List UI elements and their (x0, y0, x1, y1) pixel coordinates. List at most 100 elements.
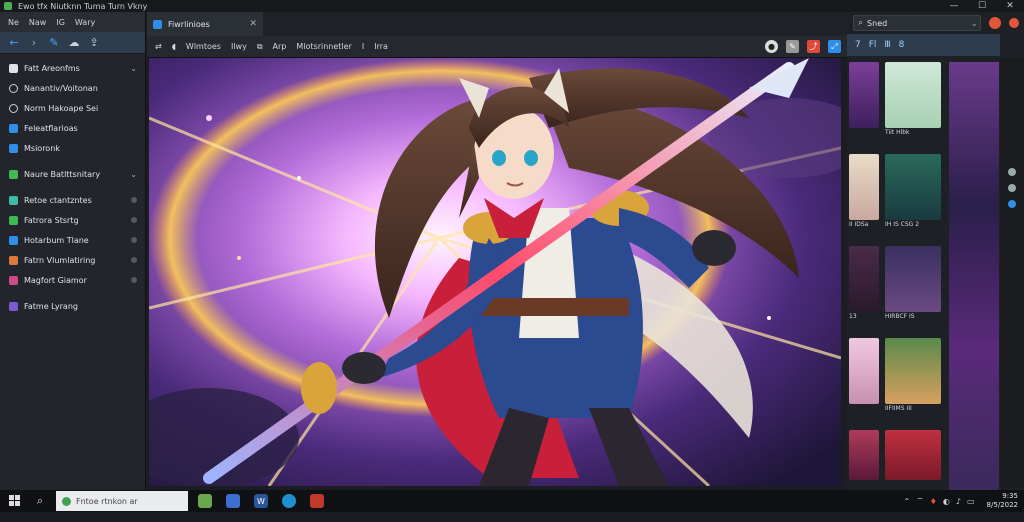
tree-item[interactable]: Norm Hakoape Sei (0, 98, 145, 118)
pin-icon[interactable]: ✎ (48, 36, 60, 49)
indicator-dot[interactable] (1008, 200, 1016, 208)
image-toolbar: ⇄ ◖ Wlmtoes Ilwy ⧉ Arp Mlotsrinnetler I … (147, 36, 847, 58)
gallery-tool[interactable]: 8 (899, 40, 905, 50)
menu-new[interactable]: Naw (29, 18, 46, 27)
rotate-icon[interactable]: ⇄ (155, 42, 162, 51)
toolbar-item[interactable]: Arp (273, 42, 287, 51)
toolbar-item[interactable]: Wlmtoes (186, 42, 221, 51)
tree-item[interactable]: Fatrn Vlumlatiring (0, 250, 145, 270)
tree-item-label: Retoe ctantzntes (24, 195, 92, 205)
tree-item[interactable]: Nanantiv/Voitonan (0, 78, 145, 98)
document-icon (9, 123, 18, 133)
menu-ig[interactable]: IG (56, 18, 65, 27)
battery-icon[interactable]: ▭ (967, 497, 975, 506)
chevron-down-icon[interactable]: ⌄ (130, 64, 137, 73)
app-green-icon[interactable] (198, 494, 212, 508)
thumbnail[interactable]: Tiit Hlbk (885, 62, 941, 154)
crop-icon[interactable]: ⧉ (257, 42, 263, 52)
clock[interactable]: 9:35 8/5/2022 (987, 492, 1018, 510)
thumbnail[interactable]: IH IS CSG 2 (885, 154, 941, 246)
menu-bar: Ne Naw IG Wary (0, 12, 145, 32)
tag-icon[interactable]: ● (765, 40, 778, 53)
search-input[interactable] (867, 18, 968, 28)
wifi-icon[interactable]: ⌔ (916, 496, 924, 506)
menu-file[interactable]: Ne (8, 18, 19, 27)
window-controls: — ☐ ✕ (940, 0, 1024, 12)
app-blue-icon[interactable] (226, 494, 240, 508)
app-red-icon[interactable] (310, 494, 324, 508)
thumbnail-caption: II IDSa (849, 221, 869, 228)
tree-item-label: Magfort Giamor (24, 275, 87, 285)
edit-icon[interactable]: ✎ (786, 40, 799, 53)
tree-item[interactable]: Retoe ctantzntes (0, 190, 145, 210)
tab-image[interactable]: Fiwrlinioes ✕ (147, 12, 263, 36)
info-icon[interactable]: ◖ (172, 42, 176, 51)
volume-icon[interactable]: ♪ (956, 497, 961, 506)
search-box[interactable]: ⌕ ⌄ (853, 15, 981, 31)
tree-item[interactable]: Fatrora Stsrtg (0, 210, 145, 230)
tree-item-label: Fatt Areonfms (24, 63, 80, 73)
edge-icon[interactable] (282, 494, 296, 508)
fullscreen-icon[interactable]: ⤢ (828, 40, 841, 53)
gear-icon (9, 83, 18, 93)
chevron-down-icon[interactable]: ⌄ (130, 170, 137, 179)
thumbnail[interactable] (849, 62, 879, 154)
thumbnail[interactable] (849, 338, 879, 430)
menu-view[interactable]: Wary (75, 18, 95, 27)
search-app-icon (62, 496, 71, 506)
gallery-tool[interactable]: 7 (855, 40, 861, 50)
chevron-up-icon[interactable]: ⌃ (903, 497, 910, 506)
forward-arrow-icon[interactable]: › (28, 36, 40, 49)
tree-item[interactable]: Feleatflarioas (0, 118, 145, 138)
upload-icon[interactable]: ⇪ (88, 36, 100, 49)
close-button[interactable]: ✕ (996, 0, 1024, 12)
toolbar-item[interactable]: Ilwy (231, 42, 247, 51)
tree-item[interactable]: Naure Batlttsnitary ⌄ (0, 164, 145, 184)
thumbnail[interactable]: HIRBCF IS (885, 246, 941, 338)
gear-icon (9, 103, 18, 113)
tree-item[interactable]: Magfort Giamor (0, 270, 145, 290)
thumbnail-caption: IIFIIMS III (885, 405, 912, 412)
indicator-dot[interactable] (1008, 168, 1016, 176)
tree-item[interactable]: Fatme Lyrang (0, 296, 145, 316)
side-indicators (1000, 58, 1024, 488)
tree-item[interactable]: Msioronk (0, 138, 145, 158)
gallery-tool[interactable]: Ⅲ (884, 40, 890, 50)
thumbnail[interactable]: 13 (849, 246, 879, 338)
share-icon[interactable]: ⤴ (807, 40, 820, 53)
folder-tree: Fatt Areonfms ⌄ Nanantiv/Voitonan Norm H… (0, 54, 145, 316)
browser-icon[interactable] (1005, 12, 1023, 34)
toolbar-item[interactable]: I (362, 42, 364, 51)
minimize-button[interactable]: — (940, 0, 968, 12)
cloud-icon[interactable]: ☁ (68, 36, 80, 49)
chevron-down-icon[interactable]: ⌄ (971, 19, 978, 28)
search-icon[interactable]: ⌕ (30, 490, 50, 512)
image-viewer[interactable] (149, 58, 841, 486)
tree-item-label: Feleatflarioas (24, 123, 78, 133)
word-icon[interactable]: W (254, 494, 268, 508)
taskbar-search-input[interactable] (76, 496, 186, 506)
toolbar-item[interactable]: Irra (374, 42, 388, 51)
tray-icon[interactable]: ♦ (930, 497, 937, 506)
taskbar: ⌕ W ⌃ ⌔ ♦ ◐ ♪ ▭ 9:35 8/5/2022 (0, 490, 1024, 512)
avatar[interactable] (989, 17, 1001, 29)
tree-item-label: Hotarbum Tlane (24, 235, 89, 245)
taskbar-search[interactable] (56, 491, 188, 511)
thumbnail-column-right[interactable] (949, 62, 999, 492)
tree-item[interactable]: Hotarbum Tlane (0, 230, 145, 250)
start-button[interactable] (0, 490, 30, 512)
maximize-button[interactable]: ☐ (968, 0, 996, 12)
tray-icon[interactable]: ◐ (943, 497, 950, 506)
thumbnail[interactable]: IIFIIMS III (885, 338, 941, 430)
thumbnail[interactable]: II IDSa (849, 154, 879, 246)
toolbar-item[interactable]: Mlotsrinnetler (296, 42, 351, 51)
status-dot (131, 217, 137, 223)
taskbar-apps: W (198, 494, 324, 508)
tree-item-label: Fatme Lyrang (24, 301, 78, 311)
close-icon[interactable]: ✕ (249, 19, 257, 29)
tree-item[interactable]: Fatt Areonfms ⌄ (0, 58, 145, 78)
gallery-tool[interactable]: Fl (869, 40, 877, 50)
tab-strip: Fiwrlinioes ✕ (147, 12, 847, 36)
back-arrow-icon[interactable]: ← (8, 36, 20, 49)
indicator-dot[interactable] (1008, 184, 1016, 192)
